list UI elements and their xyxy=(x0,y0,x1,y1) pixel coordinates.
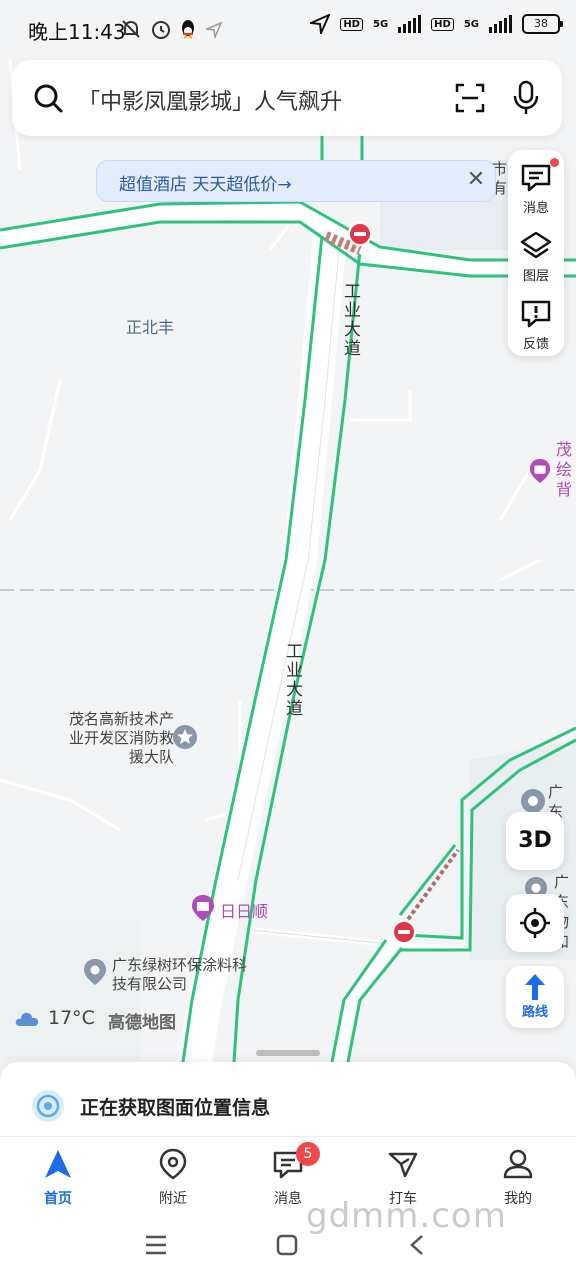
road-label: 工业大道 xyxy=(340,282,360,358)
back-icon[interactable] xyxy=(408,1234,426,1256)
3d-toggle-button[interactable]: 3D xyxy=(506,812,564,870)
star-poi-icon[interactable] xyxy=(172,724,198,750)
hd-badge: HD xyxy=(340,17,363,31)
brand-logo: 高德地图 xyxy=(108,1013,176,1033)
tool-label: 消息 xyxy=(522,201,549,216)
network-type: 5G xyxy=(372,18,389,30)
navigation-arrow-icon xyxy=(310,14,331,34)
map-tool-panel: 消息 图层 反馈 xyxy=(508,150,564,356)
promo-banner[interactable]: 超值酒店 天天超低价→ ✕ xyxy=(96,160,496,202)
notification-dot xyxy=(550,158,559,167)
tool-label: 反馈 xyxy=(522,337,549,352)
nav-nearby[interactable]: 附近 xyxy=(133,1148,213,1212)
road-label: 工业大道 xyxy=(282,642,302,718)
location-arrow-icon xyxy=(206,22,222,38)
locating-icon xyxy=(32,1090,64,1122)
weather-temperature[interactable]: 17°C xyxy=(48,1007,95,1029)
road-closed-icon[interactable] xyxy=(348,222,372,246)
route-button[interactable]: 路线 xyxy=(506,966,564,1028)
layers-icon xyxy=(520,231,552,259)
poi-label-fire-station[interactable]: 茂名高新技术产业开发区消防救援大队 xyxy=(56,710,174,767)
shop-poi-icon[interactable] xyxy=(190,894,216,922)
unread-badge: 5 xyxy=(296,1142,320,1166)
location-pin-icon xyxy=(159,1148,187,1180)
route-arrow-icon xyxy=(525,974,545,1000)
map-label-zhengbeifeng[interactable]: 正北丰 xyxy=(126,314,174,338)
shop-poi-icon[interactable] xyxy=(528,458,552,484)
menu-icon[interactable] xyxy=(144,1234,168,1256)
poi-label-edge[interactable]: 茂绘背 xyxy=(556,440,576,500)
feedback-tool-button[interactable]: 反馈 xyxy=(508,290,564,356)
search-icon xyxy=(34,84,63,113)
microphone-icon[interactable] xyxy=(512,80,540,116)
locate-button[interactable] xyxy=(506,894,564,952)
battery-icon: 38 xyxy=(522,14,563,34)
feedback-icon xyxy=(521,300,551,328)
promo-text[interactable]: 超值酒店 天天超低价→ xyxy=(119,170,292,195)
sheet-handle[interactable] xyxy=(256,1050,320,1056)
divider xyxy=(0,1136,576,1137)
scan-icon[interactable] xyxy=(454,82,486,114)
home-icon[interactable] xyxy=(276,1234,298,1256)
nav-label: 首页 xyxy=(44,1191,72,1207)
signal-icon xyxy=(489,15,512,33)
navigation-home-icon xyxy=(45,1150,71,1178)
crosshair-icon xyxy=(520,908,550,938)
network-type: 5G xyxy=(463,18,479,30)
message-icon xyxy=(521,164,551,192)
watermark: gdmm.com xyxy=(306,1196,507,1236)
cloud-icon xyxy=(15,1012,39,1026)
hd-badge: HD xyxy=(431,17,454,31)
tool-label: 图层 xyxy=(522,269,549,284)
location-pin-icon[interactable] xyxy=(520,788,546,814)
nav-label: 附近 xyxy=(159,1191,187,1207)
poi-label-lvshu[interactable]: 广东绿树环保涂料科技有限公司 xyxy=(112,956,248,994)
status-bar: 晚上11:43 HD 5G HD 5G 38 xyxy=(0,0,576,60)
alarm-icon xyxy=(152,21,170,39)
mute-icon xyxy=(122,20,140,38)
road-closed-icon[interactable] xyxy=(392,920,416,944)
status-right: HD 5G HD 5G 38 xyxy=(310,14,563,34)
signal-icon xyxy=(398,15,422,33)
location-status-text: 正在获取图面位置信息 xyxy=(80,1097,271,1119)
nav-home[interactable]: 首页 xyxy=(18,1148,98,1212)
layers-tool-button[interactable]: 图层 xyxy=(508,222,564,288)
search-input[interactable]: 「中影凤凰影城」人气飙升 xyxy=(78,84,342,116)
status-time: 晚上11:43 xyxy=(28,20,126,44)
user-icon xyxy=(503,1149,533,1179)
taxi-icon xyxy=(388,1152,418,1178)
qq-icon xyxy=(182,20,194,39)
poi-label-ririshun[interactable]: 日日顺 xyxy=(220,898,268,922)
close-icon[interactable]: ✕ xyxy=(463,167,489,193)
route-label: 路线 xyxy=(521,1005,548,1020)
location-pin-icon[interactable] xyxy=(82,958,108,986)
search-bar[interactable]: 「中影凤凰影城」人气飙升 xyxy=(12,60,562,136)
